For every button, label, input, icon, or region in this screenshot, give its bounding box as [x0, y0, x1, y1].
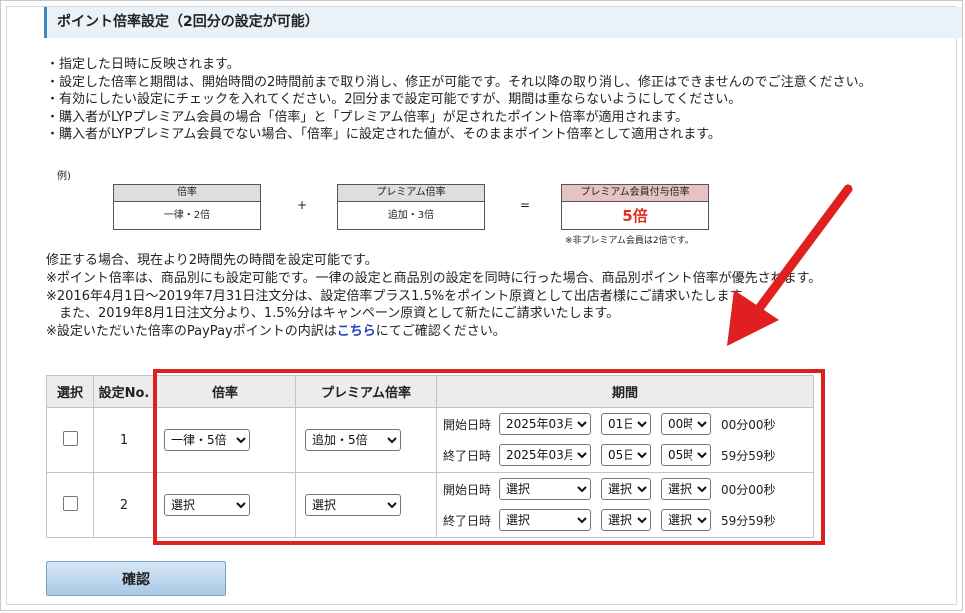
note-item: ・購入者がLYPプレミアム会員でない場合、「倍率」に設定された値が、そのままポイ… — [46, 127, 721, 142]
end-label: 終了日時 — [443, 448, 492, 463]
end-label: 終了日時 — [443, 513, 492, 528]
table-row: 1 一律・5倍 追加・5倍 開始日時 2025年03月 01日 00時 00分0… — [46, 407, 814, 473]
row2-start-month-select[interactable]: 選択 — [499, 478, 591, 500]
row2-checkbox[interactable] — [62, 495, 78, 511]
note2-link-suffix: にてご確認ください。 — [375, 324, 506, 340]
start-label: 開始日時 — [443, 482, 492, 497]
row2-rate-select[interactable]: 選択 — [164, 494, 250, 516]
example-total-box: プレミアム会員付与倍率 5倍 — [561, 184, 709, 230]
period-block: 開始日時 2025年03月 01日 00時 00分00秒 終了日時 2025年0… — [437, 408, 813, 472]
header-setting-no: 設定No. — [93, 375, 155, 408]
note2-item: 修正する場合、現在より2時間先の時間を設定可能です。 — [46, 253, 378, 268]
note2-item: また、2019年8月1日注文分より、1.5%分はキャンペーン原資として新たにご請… — [46, 306, 620, 322]
row1-end-hour-select[interactable]: 05時 — [661, 444, 711, 466]
note-item: ・指定した日時に反映されます。 — [46, 57, 240, 72]
row1-end-day-select[interactable]: 05日 — [601, 444, 651, 466]
row2-end-hour-select[interactable]: 選択 — [661, 509, 711, 531]
note-item: ・有効にしたい設定にチェックを入れてください。2回分まで設定可能ですが、期間は重… — [46, 92, 742, 107]
rate-cell: 選択 — [154, 472, 296, 538]
example-label: 例) — [57, 171, 71, 182]
premium-cell: 選択 — [295, 472, 437, 538]
example-note: ※非プレミアム会員は2倍です。 — [565, 236, 694, 246]
note2-item: ※設定いただいた倍率のPayPayポイントの内訳はこちらにてご確認ください。 — [46, 323, 821, 341]
example-rate-value: 一律・2倍 — [163, 210, 211, 221]
point-rate-table: 選択 設定No. 倍率 プレミアム倍率 期間 1 一律・5倍 追加・5倍 開始日… — [46, 375, 814, 538]
row1-start-hour-select[interactable]: 00時 — [661, 413, 711, 435]
note2-item: ※2016年4月1日～2019年7月31日注文分は、設定倍率プラス1.5%をポイ… — [46, 288, 755, 304]
row2-start-day-select[interactable]: 選択 — [601, 478, 651, 500]
note2-item: ※ポイント倍率は、商品別にも設定可能です。一律の設定と商品別の設定を同時に行った… — [46, 270, 822, 286]
note-item: ・設定した倍率と期間は、開始時間の2時間前まで取り消し、修正が可能です。それ以降… — [46, 74, 872, 90]
end-suffix: 59分59秒 — [721, 448, 776, 463]
example-premium-header: プレミアム倍率 — [338, 185, 484, 202]
example-rate-box: 倍率 一律・2倍 — [113, 184, 261, 230]
start-suffix: 00分00秒 — [721, 417, 776, 432]
start-row: 開始日時 選択 選択 選択 00分00秒 — [443, 478, 776, 500]
premium-cell: 追加・5倍 — [295, 407, 437, 473]
start-row: 開始日時 2025年03月 01日 00時 00分00秒 — [443, 413, 776, 435]
header-premium-rate: プレミアム倍率 — [295, 375, 437, 408]
example-total-value: 5倍 — [622, 207, 648, 225]
notes2-list: 修正する場合、現在より2時間先の時間を設定可能です。 ※ポイント倍率は、商品別に… — [46, 252, 821, 341]
header-rate: 倍率 — [154, 375, 296, 408]
details-link[interactable]: こちら — [337, 324, 376, 339]
start-suffix: 00分00秒 — [721, 482, 776, 497]
header-period: 期間 — [436, 375, 814, 408]
row1-start-day-select[interactable]: 01日 — [601, 413, 651, 435]
row1-checkbox[interactable] — [62, 430, 78, 446]
row1-start-month-select[interactable]: 2025年03月 — [499, 413, 591, 435]
notes-list: ・指定した日時に反映されます。 ・設定した倍率と期間は、開始時間の2時間前まで取… — [46, 56, 872, 144]
setting-no: 2 — [93, 472, 155, 538]
example-rate-header: 倍率 — [114, 185, 260, 202]
row1-end-month-select[interactable]: 2025年03月 — [499, 444, 591, 466]
row2-end-month-select[interactable]: 選択 — [499, 509, 591, 531]
table-row: 2 選択 選択 開始日時 選択 選択 選択 00分00秒 終了日時 選択 選択 … — [46, 472, 814, 538]
period-block: 開始日時 選択 選択 選択 00分00秒 終了日時 選択 選択 選択 59分59… — [437, 473, 813, 537]
example-premium-box: プレミアム倍率 追加・3倍 — [337, 184, 485, 230]
period-cell: 開始日時 2025年03月 01日 00時 00分00秒 終了日時 2025年0… — [436, 407, 814, 473]
end-suffix: 59分59秒 — [721, 513, 776, 528]
example-premium-value: 追加・3倍 — [387, 210, 435, 221]
select-cell — [46, 407, 94, 473]
start-label: 開始日時 — [443, 417, 492, 432]
row2-premium-select[interactable]: 選択 — [305, 494, 401, 516]
row1-premium-select[interactable]: 追加・5倍 — [305, 429, 401, 451]
note2-link-prefix: ※設定いただいた倍率のPayPayポイントの内訳は — [46, 324, 337, 340]
note-item: ・購入者がLYPプレミアム会員の場合「倍率」と「プレミアム倍率」が足されたポイン… — [46, 109, 689, 125]
period-cell: 開始日時 選択 選択 選択 00分00秒 終了日時 選択 選択 選択 59分59… — [436, 472, 814, 538]
header-select: 選択 — [46, 375, 94, 408]
row1-rate-select[interactable]: 一律・5倍 — [164, 429, 250, 451]
equals-sign: = — [520, 198, 531, 212]
plus-sign: + — [297, 198, 308, 212]
rate-cell: 一律・5倍 — [154, 407, 296, 473]
end-row: 終了日時 選択 選択 選択 59分59秒 — [443, 509, 776, 531]
confirm-button[interactable]: 確認 — [46, 561, 226, 596]
select-cell — [46, 472, 94, 538]
example-total-header: プレミアム会員付与倍率 — [562, 185, 708, 202]
section-title: ポイント倍率設定（2回分の設定が可能） — [44, 7, 962, 38]
end-row: 終了日時 2025年03月 05日 05時 59分59秒 — [443, 444, 776, 466]
row2-end-day-select[interactable]: 選択 — [601, 509, 651, 531]
setting-no: 1 — [93, 407, 155, 473]
row2-start-hour-select[interactable]: 選択 — [661, 478, 711, 500]
